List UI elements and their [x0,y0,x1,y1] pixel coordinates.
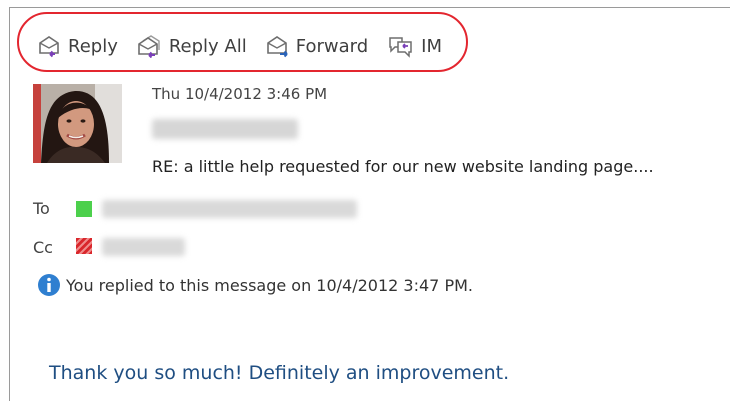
message-body: Thank you so much! Definitely an improve… [49,362,510,384]
forward-icon [266,36,288,58]
sender-name-redacted[interactable] [152,119,298,139]
avatar-photo [33,84,122,163]
reply-icon [39,36,59,58]
forward-label: Forward [295,35,369,57]
cc-presence-indicator [76,238,92,254]
to-recipient-redacted[interactable] [102,200,357,218]
message-actions: Reply Reply All Forward IM [37,32,460,60]
message-subject: RE: a little help requested for our new … [152,157,654,176]
reply-button[interactable]: Reply [37,34,118,58]
cc-label: Cc [33,238,53,257]
message-timestamp: Thu 10/4/2012 3:46 PM [152,85,328,103]
sender-avatar [33,84,122,163]
to-label: To [33,199,50,218]
reply-all-button[interactable]: Reply All [136,34,247,58]
im-icon [389,37,412,58]
im-label: IM [421,35,442,57]
reply-all-label: Reply All [168,35,247,57]
forward-button[interactable]: Forward [265,34,368,58]
to-presence-indicator [76,201,92,217]
reply-info-text: You replied to this message on 10/4/2012… [66,275,473,295]
reply-label: Reply [68,35,118,57]
info-icon [38,274,60,296]
cc-recipient-redacted[interactable] [102,238,185,256]
reply-all-icon [138,35,160,58]
reply-info-bar[interactable]: You replied to this message on 10/4/2012… [37,273,473,297]
im-button[interactable]: IM [386,34,442,58]
